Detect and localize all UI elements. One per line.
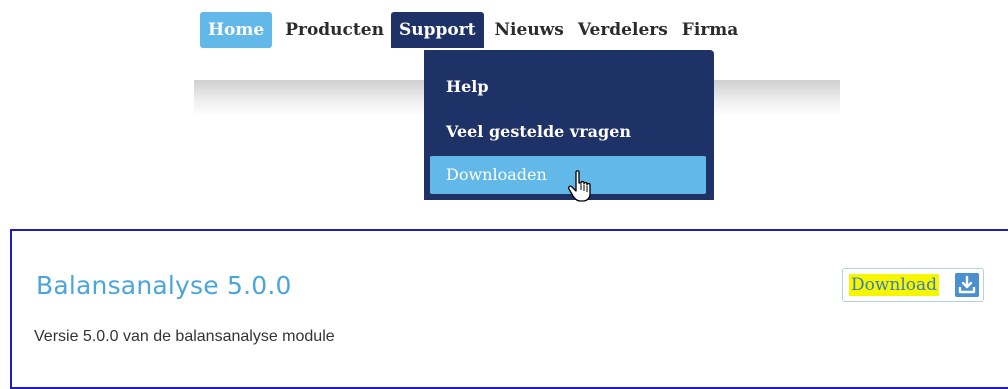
nav-item-nieuws[interactable]: Nieuws bbox=[488, 12, 571, 48]
download-panel: Balansanalyse 5.0.0 Versie 5.0.0 van de … bbox=[10, 229, 1008, 389]
item-description: Versie 5.0.0 van de balansanalyse module bbox=[34, 328, 335, 345]
nav-item-support[interactable]: Support bbox=[390, 12, 484, 48]
item-title: Balansanalyse 5.0.0 bbox=[36, 271, 292, 300]
nav-item-home[interactable]: Home bbox=[200, 12, 273, 48]
nav-item-producten[interactable]: Producten bbox=[278, 12, 391, 48]
nav-item-verdelers[interactable]: Verdelers bbox=[571, 12, 675, 48]
dropdown-item-help[interactable]: Help bbox=[430, 68, 706, 106]
nav-item-firma[interactable]: Firma bbox=[675, 12, 746, 48]
download-icon bbox=[955, 273, 979, 297]
download-label: Download bbox=[849, 274, 940, 296]
hand-cursor-icon bbox=[568, 170, 591, 202]
main-nav: Home Producten Support Nieuws Verdelers … bbox=[200, 12, 745, 48]
download-button[interactable]: Download bbox=[842, 268, 984, 302]
dropdown-item-faq[interactable]: Veel gestelde vragen bbox=[430, 113, 706, 151]
